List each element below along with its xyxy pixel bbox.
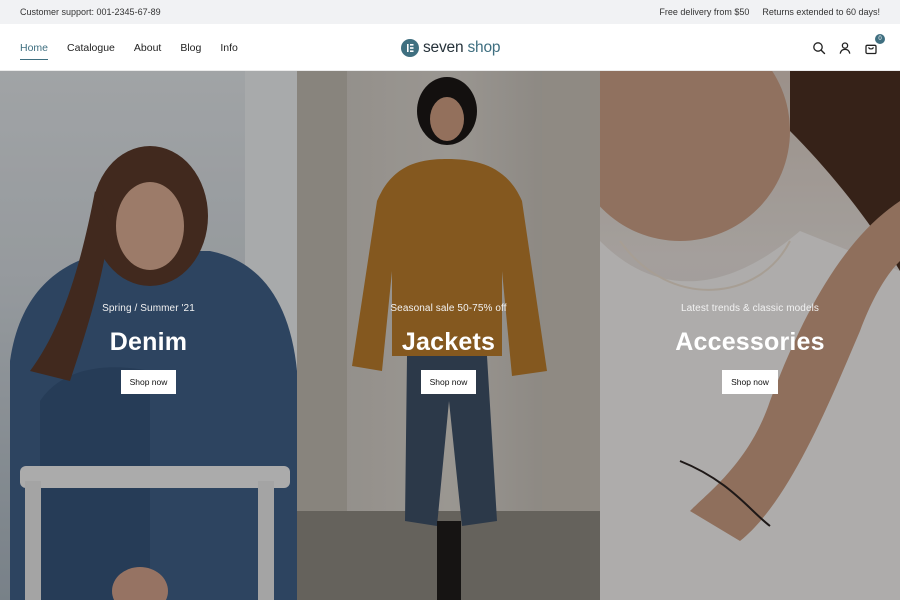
logo-text: seven shop [423, 39, 500, 57]
hero-panel-jackets[interactable]: Seasonal sale 50-75% off Jackets Shop no… [297, 71, 600, 600]
panel-caption: Spring / Summer '21 Denim Shop now [0, 303, 297, 394]
shop-now-button[interactable]: Shop now [420, 370, 477, 394]
returns-text: Returns extended to 60 days! [762, 7, 880, 17]
logo-e-icon [401, 39, 419, 57]
user-icon[interactable] [838, 41, 852, 55]
panel-kicker: Seasonal sale 50-75% off [390, 303, 507, 314]
delivery-text: Free delivery from $50 [659, 7, 750, 17]
site-logo[interactable]: seven shop [401, 38, 500, 58]
site-header: Home Catalogue About Blog Info seven sho… [0, 24, 900, 71]
nav-item-home[interactable]: Home [20, 38, 49, 60]
panel-title: Accessories [675, 328, 825, 356]
top-bar: Customer support: 001-2345-67-89 Free de… [0, 0, 900, 24]
header-icons: 0 [812, 24, 885, 71]
support-text: Customer support: 001-2345-67-89 [20, 7, 161, 17]
hero-panel-denim[interactable]: Spring / Summer '21 Denim Shop now [0, 71, 297, 600]
nav-item-blog[interactable]: Blog [180, 38, 201, 58]
logo-word-shop: shop [467, 39, 501, 56]
hero-banner: Spring / Summer '21 Denim Shop now Seaso… [0, 71, 900, 600]
main-nav: Home Catalogue About Blog Info [20, 24, 238, 71]
nav-item-info[interactable]: Info [220, 38, 238, 58]
search-icon[interactable] [812, 41, 826, 55]
panel-title: Denim [109, 328, 188, 356]
panel-kicker: Spring / Summer '21 [102, 303, 195, 314]
panel-kicker: Latest trends & classic models [680, 303, 820, 314]
panel-caption: Latest trends & classic models Accessori… [600, 303, 900, 394]
shop-now-button[interactable]: Shop now [120, 370, 177, 394]
cart-icon[interactable]: 0 [864, 33, 885, 55]
top-bar-promos: Free delivery from $50 Returns extended … [659, 7, 880, 17]
nav-item-catalogue[interactable]: Catalogue [67, 38, 115, 58]
panel-caption: Seasonal sale 50-75% off Jackets Shop no… [297, 303, 600, 394]
shop-now-button[interactable]: Shop now [722, 370, 778, 394]
hero-panel-accessories[interactable]: Latest trends & classic models Accessori… [600, 71, 900, 600]
logo-word-seven: seven [423, 39, 464, 56]
cart-count-badge: 0 [875, 33, 885, 44]
panel-title: Jackets [401, 328, 496, 356]
nav-item-about[interactable]: About [134, 38, 161, 58]
